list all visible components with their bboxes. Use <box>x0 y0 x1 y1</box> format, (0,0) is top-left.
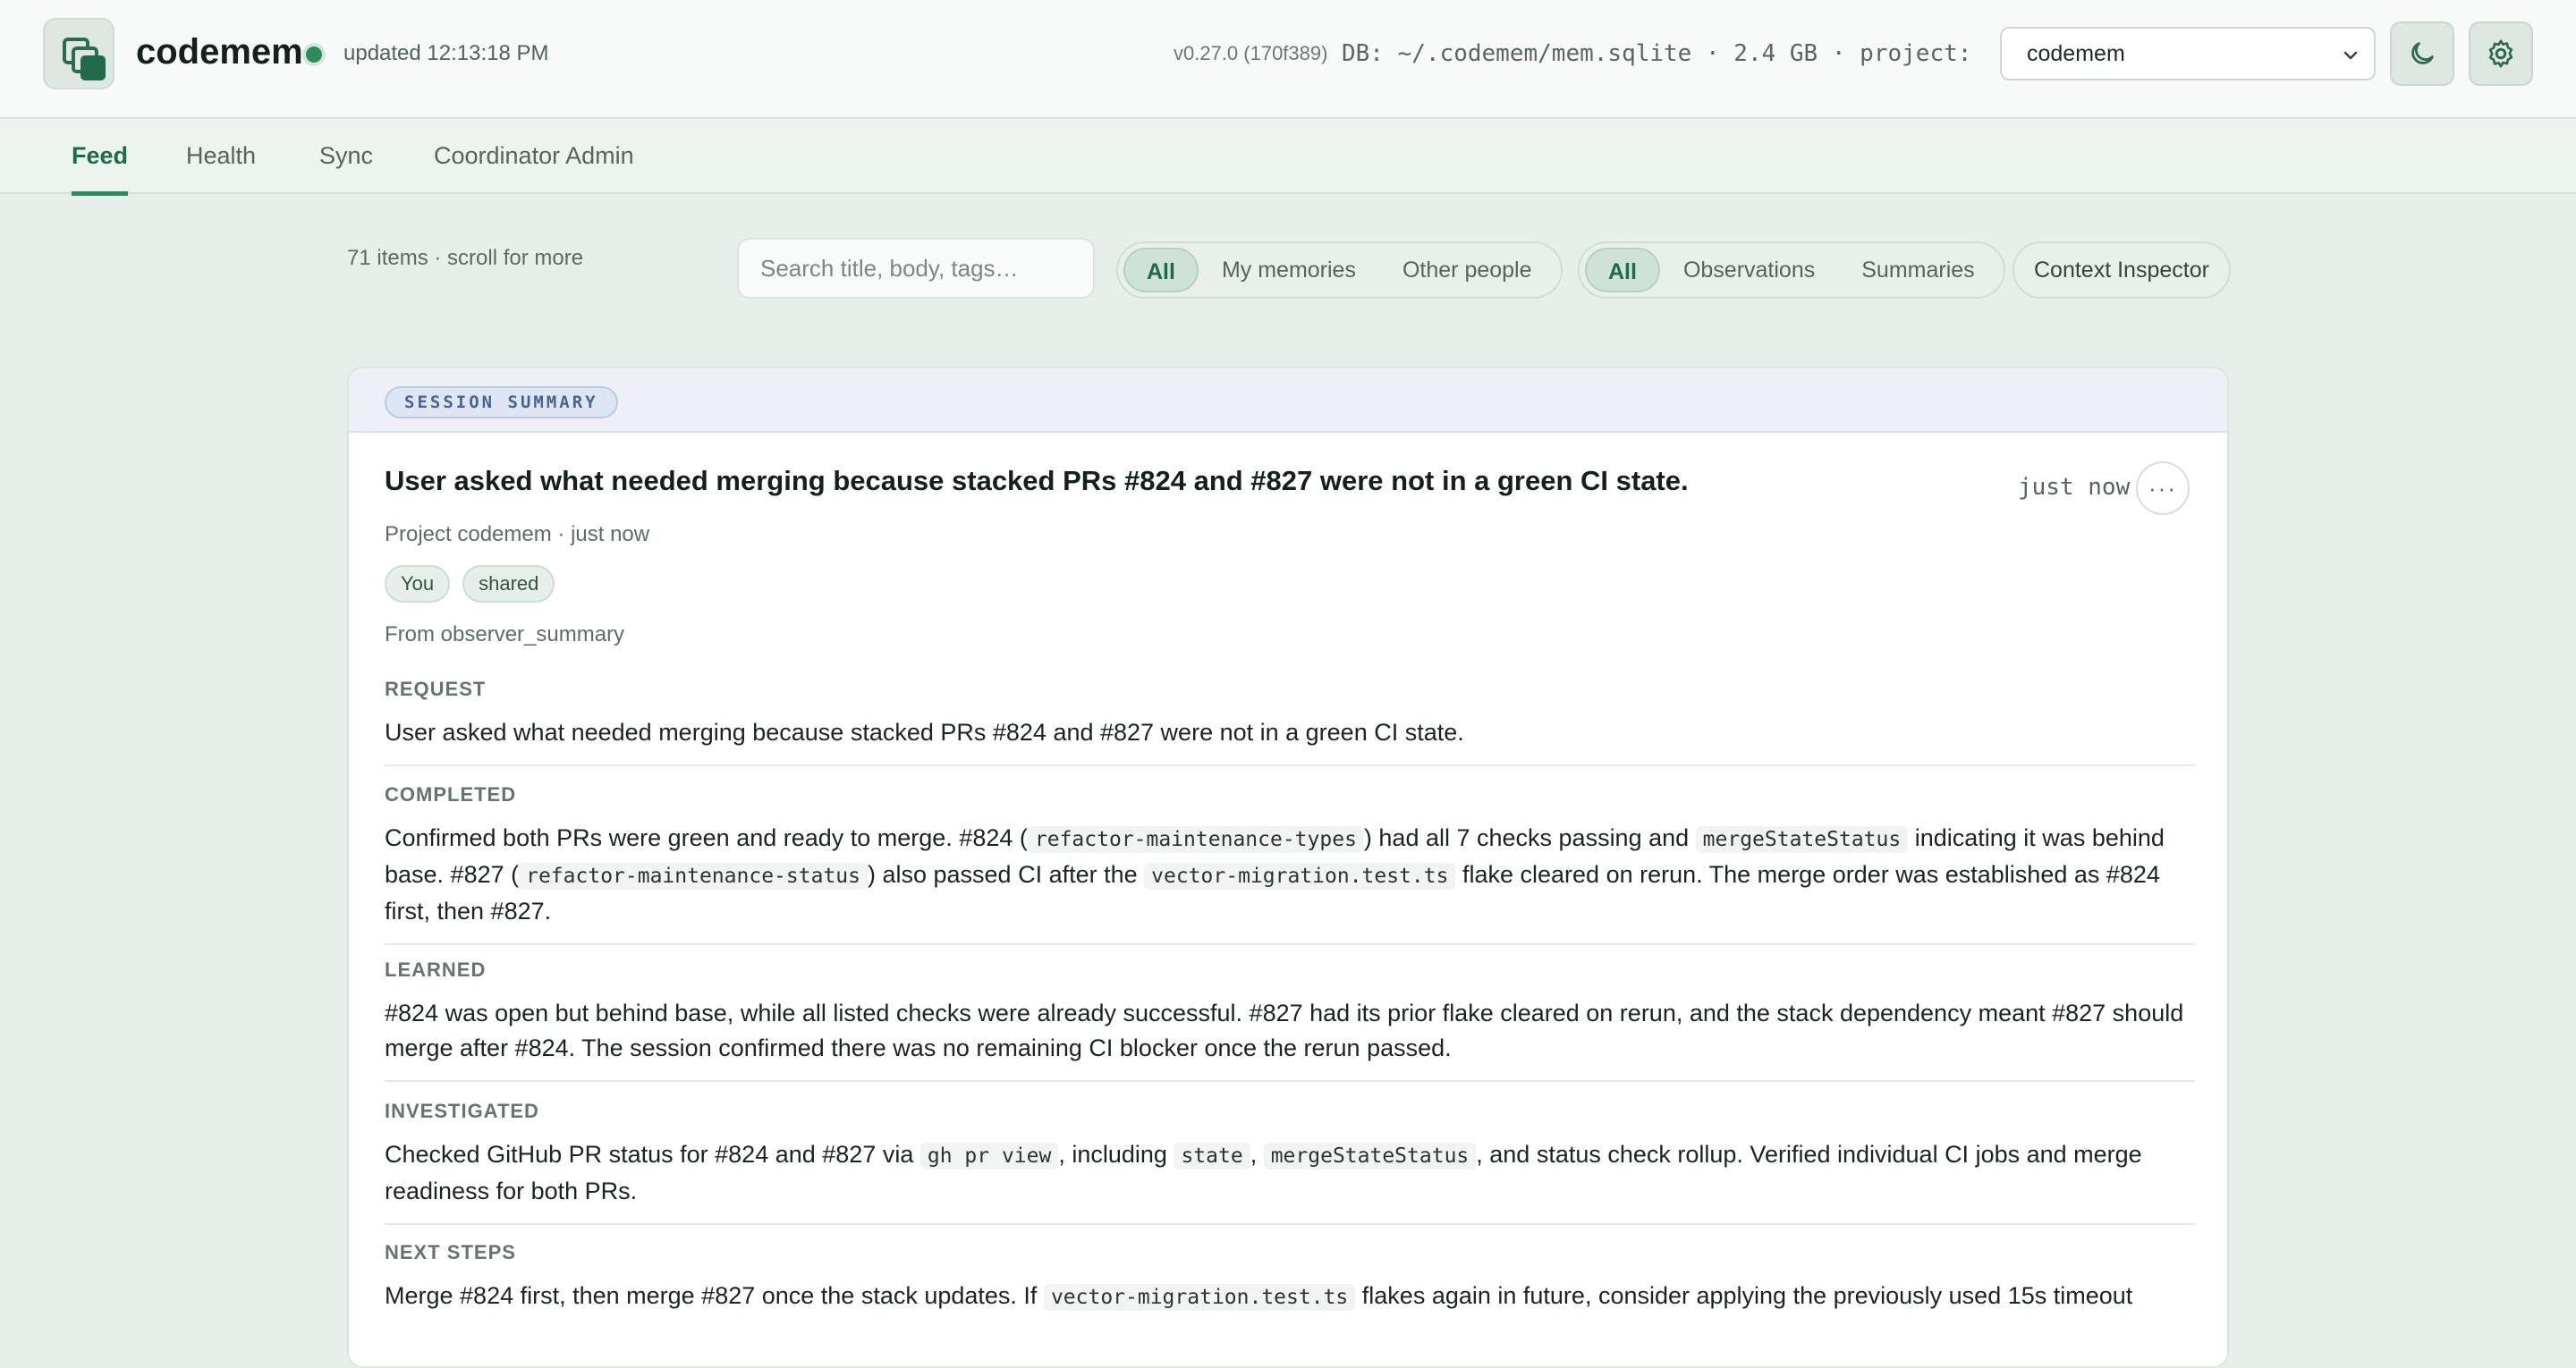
divider <box>385 764 2195 766</box>
status-indicator-icon <box>306 46 322 63</box>
inline-code: refactor-maintenance-types <box>1027 826 1364 853</box>
card-type-badge: SESSION SUMMARY <box>385 386 618 418</box>
item-count: 71 items · scroll for more <box>347 246 584 270</box>
divider <box>385 1080 2195 1082</box>
owner-filter: All My memories Other people <box>1116 241 1563 299</box>
card-title: User asked what needed merging because s… <box>385 465 1689 496</box>
inline-code: mergeStateStatus <box>1263 1143 1477 1170</box>
section-learned: LEARNED #824 was open but behind base, w… <box>385 958 2195 1082</box>
section-body: Confirmed both PRs were green and ready … <box>385 824 2165 925</box>
memory-card: SESSION SUMMARY User asked what needed m… <box>347 367 2229 1368</box>
app-logo-icon[interactable] <box>43 18 114 89</box>
section-body: Checked GitHub PR status for #824 and #8… <box>385 1141 2142 1204</box>
card-meta: Project codemem · just now <box>385 522 650 546</box>
chip-visibility: shared <box>462 565 555 603</box>
settings-button[interactable] <box>2469 21 2533 86</box>
inline-code: refactor-maintenance-status <box>519 863 868 890</box>
project-select-value: codemem <box>2027 40 2125 66</box>
section-body: User asked what needed merging because s… <box>385 719 1464 746</box>
version-label: v0.27.0 (170f389) <box>1174 42 1328 64</box>
section-next-steps: NEXT STEPS Merge #824 first, then merge … <box>385 1241 2195 1315</box>
inline-code: mergeStateStatus <box>1695 826 1909 853</box>
divider <box>385 1223 2195 1225</box>
chevron-down-icon <box>2343 51 2358 60</box>
card-header: SESSION SUMMARY <box>349 368 2227 433</box>
app-name: codemem <box>136 32 303 72</box>
card-time: just now <box>2018 474 2131 501</box>
tab-feed[interactable]: Feed <box>72 142 129 196</box>
section-label: LEARNED <box>385 958 487 981</box>
main-tabs: Feed Health Sync Coordinator Admin <box>0 119 2576 196</box>
tab-coordinator-admin[interactable]: Coordinator Admin <box>434 142 634 191</box>
type-filter: All Observations Summaries <box>1578 241 2005 299</box>
inline-code: gh pr view <box>919 1143 1059 1170</box>
section-body: #824 was open but behind base, while all… <box>385 1000 2184 1061</box>
type-filter-all[interactable]: All <box>1585 248 1660 292</box>
section-label: COMPLETED <box>385 783 517 806</box>
section-body: Merge #824 first, then merge #827 once t… <box>385 1282 2133 1311</box>
type-filter-observations[interactable]: Observations <box>1660 248 1838 292</box>
section-completed: COMPLETED Confirmed both PRs were green … <box>385 783 2195 945</box>
moon-icon <box>2411 42 2434 64</box>
card-source: From observer_summary <box>385 622 625 646</box>
chip-author: You <box>385 565 451 603</box>
project-select[interactable]: codemem <box>2000 27 2376 80</box>
owner-filter-all[interactable]: All <box>1123 248 1199 292</box>
db-info-label: DB: ~/.codemem/mem.sqlite · 2.4 GB · pro… <box>1342 40 1982 67</box>
search-input[interactable] <box>737 238 1095 299</box>
tab-health[interactable]: Health <box>186 142 256 191</box>
ellipsis-icon: ··· <box>2148 474 2177 502</box>
inline-code: vector-migration.test.ts <box>1144 863 1456 890</box>
section-label: NEXT STEPS <box>385 1241 516 1263</box>
section-label: REQUEST <box>385 678 487 700</box>
last-updated-text: updated 12:13:18 PM <box>343 41 549 65</box>
gear-icon <box>2488 39 2513 68</box>
theme-toggle-button[interactable] <box>2390 21 2454 86</box>
context-inspector-button[interactable]: Context Inspector <box>2012 241 2231 299</box>
inline-code: state <box>1174 1143 1250 1170</box>
tab-sync[interactable]: Sync <box>319 142 373 191</box>
section-investigated: INVESTIGATED Checked GitHub PR status fo… <box>385 1100 2195 1225</box>
inline-code: vector-migration.test.ts <box>1043 1284 1356 1311</box>
type-filter-summaries[interactable]: Summaries <box>1838 248 1997 292</box>
section-request: REQUEST User asked what needed merging b… <box>385 678 2195 766</box>
section-label: INVESTIGATED <box>385 1100 539 1122</box>
more-options-button[interactable]: ··· <box>2136 461 2190 515</box>
top-header: codemem updated 12:13:18 PM v0.27.0 (170… <box>0 0 2576 119</box>
card-chips: You shared <box>385 565 555 603</box>
owner-filter-other-people[interactable]: Other people <box>1379 248 1555 292</box>
owner-filter-my-memories[interactable]: My memories <box>1199 248 1379 292</box>
divider <box>385 943 2195 945</box>
